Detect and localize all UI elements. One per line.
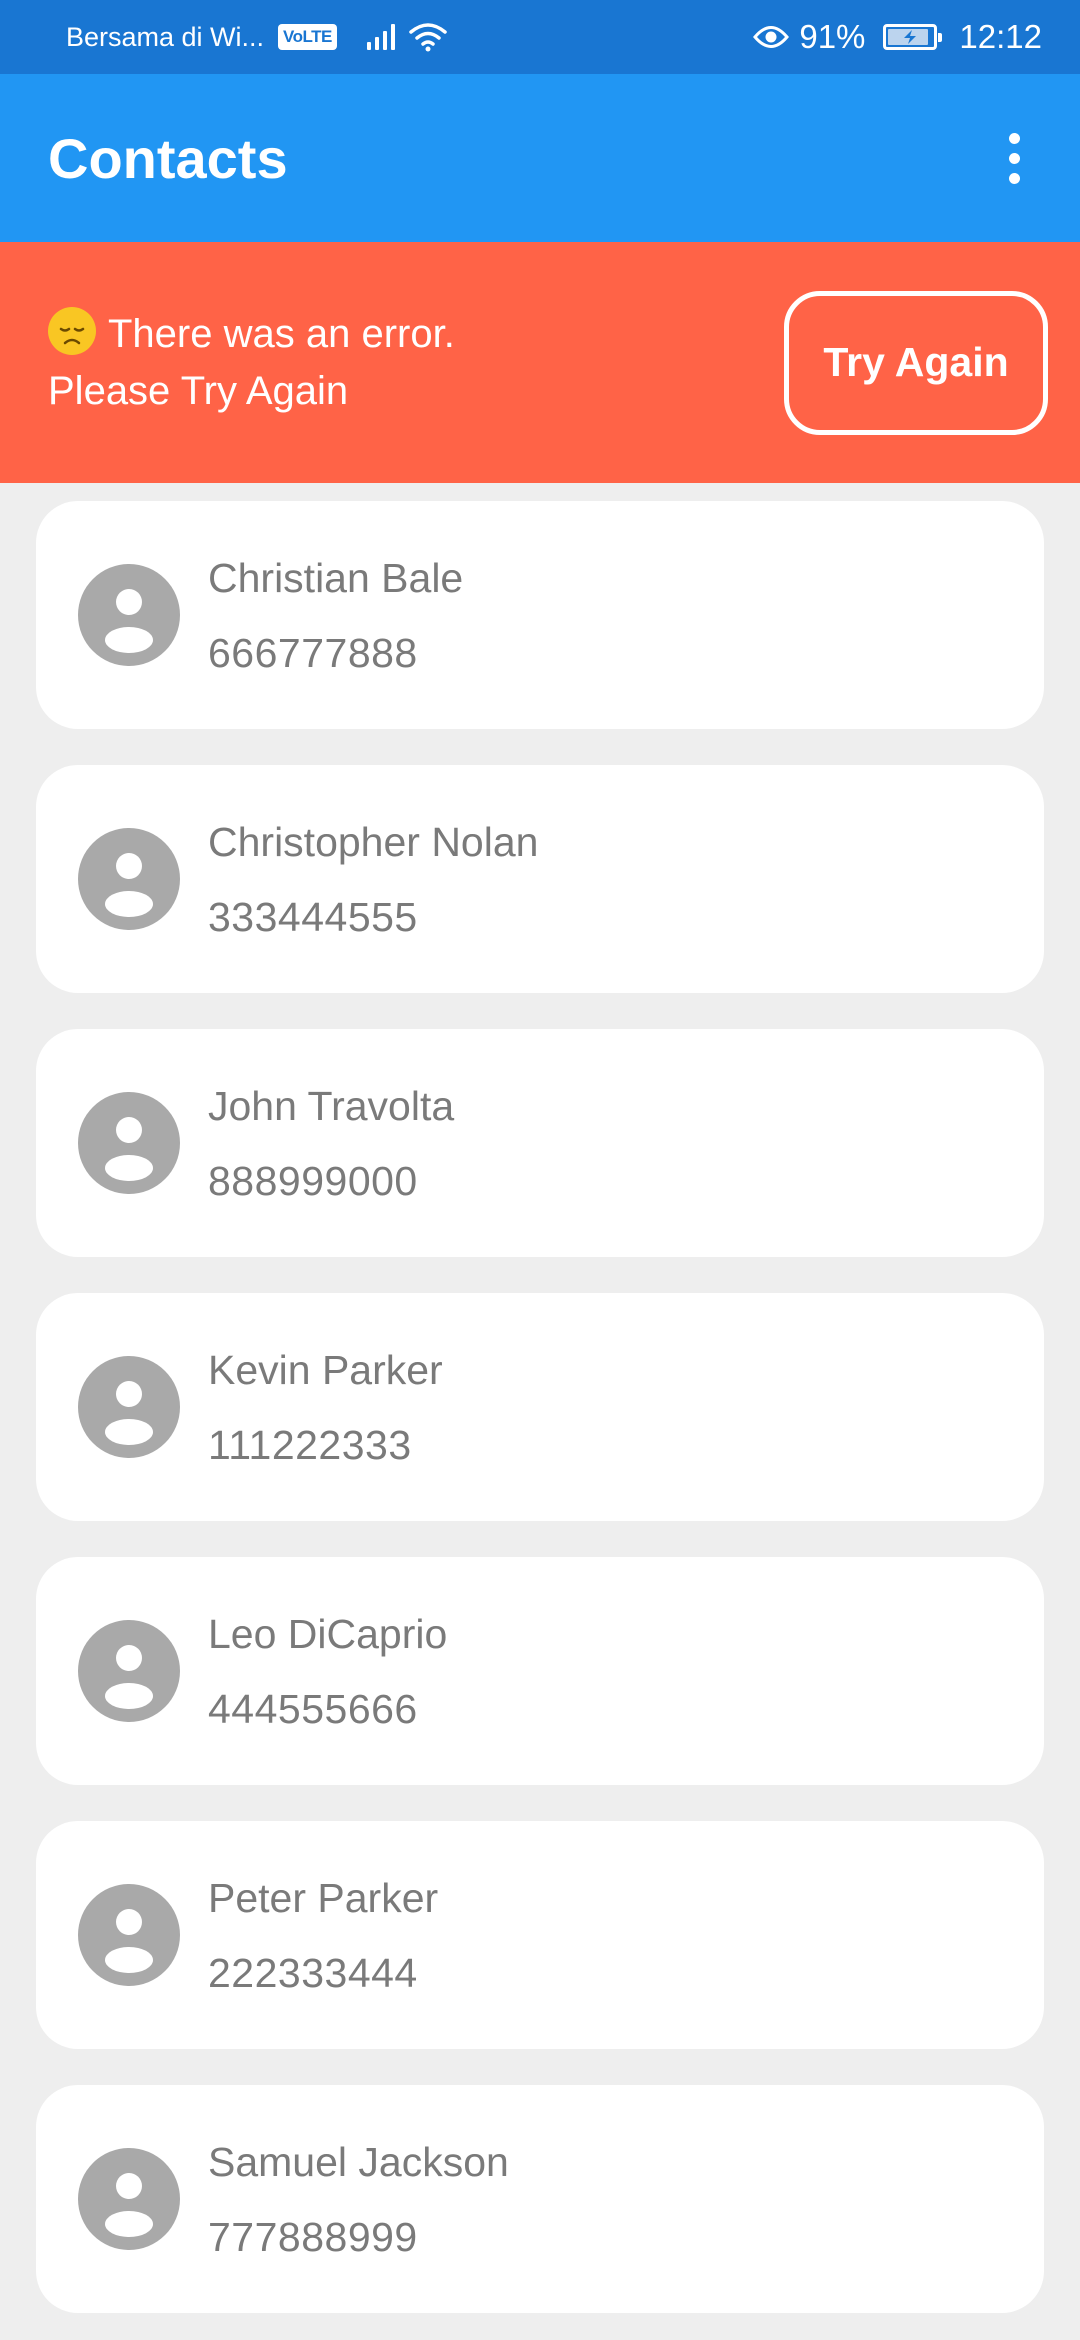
contact-card[interactable]: Christopher Nolan 333444555	[36, 765, 1044, 993]
eye-icon	[753, 26, 790, 48]
status-bar: Bersama di Wi... VoLTE 91% 12:12	[0, 0, 1080, 74]
contact-name: Kevin Parker	[208, 1346, 443, 1393]
contact-card[interactable]: Leo DiCaprio 444555666	[36, 1557, 1044, 1785]
contact-name: Samuel Jackson	[208, 2138, 509, 2185]
volte-badge: VoLTE	[278, 24, 337, 50]
disappointed-face-emoji	[48, 306, 96, 355]
page-title: Contacts	[48, 126, 288, 190]
avatar-icon	[78, 1884, 180, 1986]
contact-card[interactable]: Kevin Parker 111222333	[36, 1293, 1044, 1521]
contact-info: Leo DiCaprio 444555666	[208, 1609, 447, 1734]
wifi-icon	[409, 23, 447, 52]
battery-icon	[883, 24, 943, 50]
contact-info: Christopher Nolan 333444555	[208, 817, 538, 942]
contact-card[interactable]: Christian Bale 666777888	[36, 501, 1044, 729]
clock: 12:12	[959, 18, 1042, 55]
carrier-label: Bersama di Wi...	[66, 21, 265, 52]
contact-card[interactable]: John Travolta 888999000	[36, 1029, 1044, 1257]
contact-card[interactable]: Peter Parker 222333444	[36, 1821, 1044, 2049]
contact-name: Leo DiCaprio	[208, 1610, 448, 1657]
error-banner: There was an error. Please Try Again Try…	[0, 242, 1080, 483]
status-right: 91% 12:12	[753, 18, 1042, 56]
contact-info: Kevin Parker 111222333	[208, 1345, 443, 1470]
contact-phone: 666777888	[208, 629, 418, 676]
contact-info: Peter Parker 222333444	[208, 1873, 438, 1998]
battery-percent: 91%	[799, 18, 866, 55]
error-title: There was an error.	[108, 311, 455, 356]
contact-phone: 333444555	[208, 893, 418, 940]
avatar-icon	[78, 828, 180, 930]
avatar-icon	[78, 1620, 180, 1722]
signal-icon	[366, 24, 395, 50]
error-line-1: There was an error.	[48, 306, 784, 363]
app-bar: Contacts	[0, 74, 1080, 242]
avatar-icon	[78, 1356, 180, 1458]
contact-phone: 777888999	[208, 2213, 418, 2260]
try-again-button[interactable]: Try Again	[784, 290, 1048, 435]
contact-name: John Travolta	[208, 1082, 455, 1129]
contact-name: Christopher Nolan	[208, 818, 539, 865]
status-left: Bersama di Wi... VoLTE	[66, 22, 753, 53]
avatar-icon	[78, 1092, 180, 1194]
error-line-2: Please Try Again	[48, 368, 349, 413]
contact-info: John Travolta 888999000	[208, 1081, 454, 1206]
contact-phone: 888999000	[208, 1157, 418, 1204]
error-message: There was an error. Please Try Again	[48, 306, 784, 420]
avatar-icon	[78, 564, 180, 666]
avatar-icon	[78, 2148, 180, 2250]
contact-phone: 444555666	[208, 1685, 418, 1732]
contact-name: Christian Bale	[208, 554, 464, 601]
contact-phone: 111222333	[208, 1421, 412, 1468]
contact-phone: 222333444	[208, 1949, 418, 1996]
more-vertical-icon[interactable]	[986, 118, 1042, 198]
contact-name: Peter Parker	[208, 1874, 439, 1921]
contact-card[interactable]: Samuel Jackson 777888999	[36, 2085, 1044, 2313]
contact-info: Samuel Jackson 777888999	[208, 2137, 509, 2262]
contact-info: Christian Bale 666777888	[208, 553, 463, 678]
